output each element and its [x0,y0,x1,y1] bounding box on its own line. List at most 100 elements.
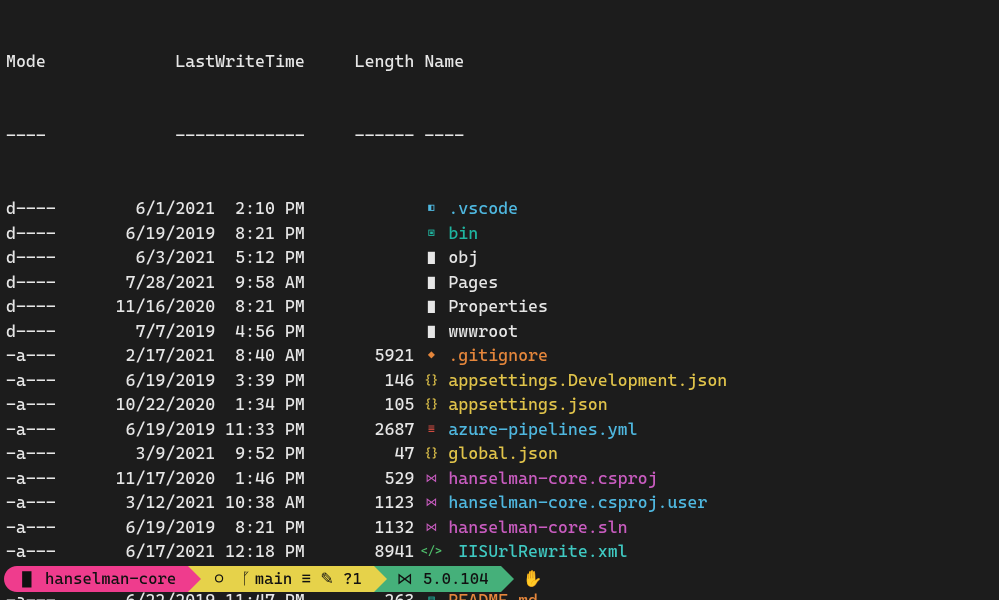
file-name: hanselman-core.csproj [448,466,993,491]
folder-icon: ▇ [424,319,438,344]
time-cell: 3:39 PM [215,368,305,393]
vscode-icon: ◧ [424,196,438,221]
length-cell: 8941 [305,539,415,564]
date-cell: 6/19/2019 [66,515,215,540]
vs-icon: ⋈ [424,490,438,515]
file-name: global.json [448,441,993,466]
table-row: d----6/1/20212:10 PM ◧ .vscode [6,196,993,221]
status-branch: main [255,569,293,588]
length-cell: 529 [305,466,415,491]
length-cell: 1123 [305,490,415,515]
file-name: Pages [448,270,993,295]
date-cell: 11/16/2020 [66,294,215,319]
time-cell: 8:21 PM [215,515,305,540]
time-cell: 10:38 AM [215,490,305,515]
mode-cell: -a--- [6,368,66,393]
status-git-segment: ○ ᚵmain ≡ ✎ ?1 [188,566,374,592]
length-cell: 105 [305,392,415,417]
length-cell [305,245,415,270]
date-cell: 10/22/2020 [66,392,215,417]
name-header: Name [414,49,464,74]
date-cell: 7/28/2021 [66,270,215,295]
file-name: bin [448,221,993,246]
length-cell: 146 [305,368,415,393]
table-row: -a---3/9/20219:52 PM47 {} global.json [6,441,993,466]
date-cell: 6/19/2019 [66,417,215,442]
date-cell: 3/9/2021 [66,441,215,466]
status-folder-segment: ▇ hanselman-core [4,566,188,592]
dotnet-icon: ⋈ [396,566,414,592]
file-name: IISUrlRewrite.xml [448,539,993,564]
directory-listing: d----6/1/20212:10 PM ◧ .vscoded----6/19/… [6,196,993,600]
file-name: .gitignore [448,343,993,368]
branch-icon: ᚵ [237,566,255,592]
table-row: d----6/19/20198:21 PM ▣ bin [6,221,993,246]
date-cell: 3/12/2021 [66,490,215,515]
file-name: appsettings.json [448,392,993,417]
time-cell: 11:33 PM [215,417,305,442]
file-name: hanselman-core.sln [448,515,993,540]
time-cell: 5:12 PM [215,245,305,270]
folder-icon: ▇ [424,294,438,319]
mode-cell: -a--- [6,392,66,417]
status-untracked: ?1 [343,569,362,588]
header-row: Mode LastWriteTime Length Name [6,49,993,74]
length-cell [305,319,415,344]
table-row: -a---10/22/20201:34 PM105 {} appsettings… [6,392,993,417]
lastwritetime-header: LastWriteTime [66,49,305,74]
mode-cell: -a--- [6,515,66,540]
length-cell [305,221,415,246]
file-name: appsettings.Development.json [448,368,993,393]
time-cell: 9:58 AM [215,270,305,295]
table-row: -a---11/17/20201:46 PM529 ⋈ hanselman-co… [6,466,993,491]
table-row: -a---3/12/202110:38 AM1123 ⋈ hanselman-c… [6,490,993,515]
mode-cell: d---- [6,221,66,246]
file-name: wwwroot [448,319,993,344]
package-icon: ▣ [424,221,438,246]
file-name: azure-pipelines.yml [448,417,993,442]
date-cell: 2/17/2021 [66,343,215,368]
time-cell: 4:56 PM [215,319,305,344]
length-header: Length [305,49,415,74]
table-row: d----7/28/20219:58 AM ▇ Pages [6,270,993,295]
date-cell: 6/19/2019 [66,368,215,393]
length-cell: 1132 [305,515,415,540]
yaml-icon: ≣ [424,417,438,442]
folder-icon: ▇ [424,245,438,270]
git-icon: ○ [210,566,228,592]
wave-icon: ✋ [523,566,541,592]
folder-icon: ▇ [424,270,438,295]
table-row: -a---6/19/201911:33 PM2687 ≣ azure-pipel… [6,417,993,442]
mode-cell: d---- [6,245,66,270]
table-row: d----7/7/20194:56 PM ▇ wwwroot [6,319,993,344]
json-icon: {} [424,441,438,466]
length-cell: 47 [305,441,415,466]
edit-icon: ✎ [320,569,333,588]
sync-icon: ≡ [302,569,311,588]
date-cell: 6/19/2019 [66,221,215,246]
date-cell: 11/17/2020 [66,466,215,491]
status-folder-name: hanselman-core [45,569,176,588]
file-name: .vscode [448,196,993,221]
mode-cell: -a--- [6,343,66,368]
table-row: -a---6/17/202112:18 PM8941 </> IISUrlRew… [6,539,993,564]
date-cell: 6/17/2021 [66,539,215,564]
time-cell: 8:40 AM [215,343,305,368]
vs-icon: ⋈ [424,515,438,540]
mode-cell: -a--- [6,441,66,466]
git-icon: ◆ [424,343,438,368]
mode-header: Mode [6,49,66,74]
length-cell [305,294,415,319]
time-cell: 12:18 PM [215,539,305,564]
status-dotnet-segment: ⋈ 5.0.104 [374,566,501,592]
mode-cell: d---- [6,270,66,295]
time-cell: 9:52 PM [215,441,305,466]
json-icon: {} [424,392,438,417]
table-row: -a---6/19/20198:21 PM1132 ⋈ hanselman-co… [6,515,993,540]
mode-cell: -a--- [6,417,66,442]
length-cell: 2687 [305,417,415,442]
time-cell: 1:34 PM [215,392,305,417]
time-cell: 1:46 PM [215,466,305,491]
length-cell [305,196,415,221]
length-cell [305,270,415,295]
